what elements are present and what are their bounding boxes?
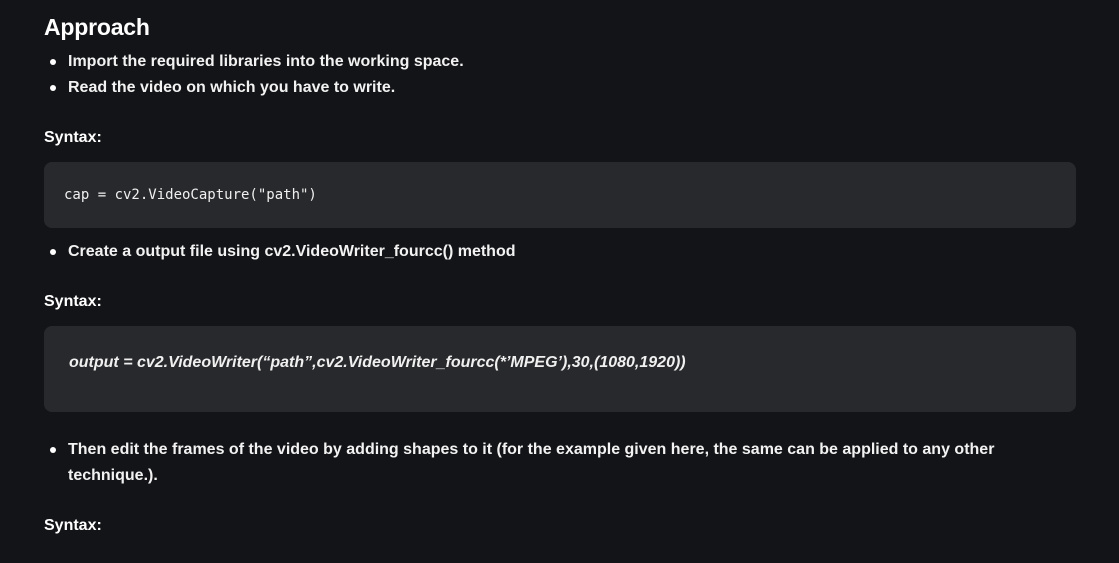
code-block: cap = cv2.VideoCapture("path") [44,162,1076,228]
approach-list-1: Import the required libraries into the w… [44,49,464,101]
list-item: Create a output file using cv2.VideoWrit… [44,239,515,265]
approach-list-3: Then edit the frames of the video by add… [44,437,1034,489]
list-item: Then edit the frames of the video by add… [44,437,1034,489]
approach-list-2: Create a output file using cv2.VideoWrit… [44,239,515,265]
syntax-label: Syntax: [44,129,102,146]
section-heading: Approach [44,14,150,40]
syntax-label: Syntax: [44,293,102,310]
code-text: output = cv2.VideoWriter(“path”,cv2.Vide… [69,354,686,371]
code-block: output = cv2.VideoWriter(“path”,cv2.Vide… [44,326,1076,412]
code-text: cap = cv2.VideoCapture("path") [64,187,317,203]
syntax-label: Syntax: [44,517,102,534]
list-item: Read the video on which you have to writ… [44,75,464,101]
list-item: Import the required libraries into the w… [44,49,464,75]
